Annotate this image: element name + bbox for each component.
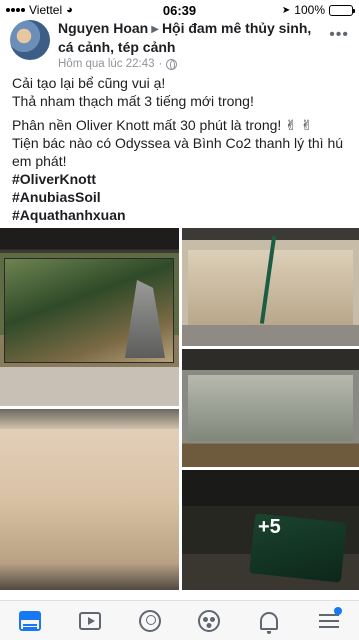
tab-news-feed[interactable] bbox=[15, 606, 45, 636]
tab-profile[interactable] bbox=[135, 606, 165, 636]
hashtag-link[interactable]: #Aquathanhxuan bbox=[12, 206, 347, 224]
photo-soil-bag[interactable]: +5 bbox=[182, 470, 359, 590]
profile-icon bbox=[138, 609, 161, 632]
tab-video[interactable] bbox=[75, 606, 105, 636]
more-photos-count[interactable]: +5 bbox=[258, 516, 281, 539]
menu-badge-dot bbox=[334, 606, 343, 615]
tank-edge bbox=[0, 409, 179, 429]
carrier-label: Viettel bbox=[29, 3, 63, 17]
photo-grid: +5 bbox=[0, 228, 359, 590]
more-options-icon[interactable]: ••• bbox=[329, 26, 349, 44]
dot-separator: · bbox=[158, 58, 163, 70]
tab-menu[interactable] bbox=[314, 606, 344, 636]
post-timestamp[interactable]: Hôm qua lúc 22:43 bbox=[58, 58, 155, 70]
author-line: Nguyen Hoan ▶ Hội đam mê thủy sinh, cá cản… bbox=[58, 20, 318, 56]
share-arrow-icon: ▶ bbox=[151, 24, 159, 35]
battery-percent: 100% bbox=[294, 3, 325, 17]
globe-icon bbox=[166, 58, 178, 70]
groups-icon bbox=[198, 609, 221, 632]
wifi-icon: ◕ bbox=[66, 4, 73, 16]
post-meta: Hôm qua lúc 22:43 · bbox=[58, 58, 318, 70]
hashtag-link[interactable]: #OliverKnott bbox=[12, 170, 347, 188]
post-line: Cải tạo lại bể cũng vui ạ! bbox=[12, 75, 166, 91]
menu-icon bbox=[319, 613, 340, 628]
status-bar: Viettel ◕ 06:39 ➤ 100% bbox=[0, 0, 359, 20]
tab-groups[interactable] bbox=[194, 606, 224, 636]
tab-notifications[interactable] bbox=[254, 606, 284, 636]
bottom-tab-bar bbox=[0, 600, 359, 640]
notifications-icon bbox=[260, 611, 279, 634]
post-header: Nguyen Hoan ▶ Hội đam mê thủy sinh, cá cản… bbox=[0, 20, 359, 70]
status-right: ➤ 100% bbox=[281, 3, 355, 17]
author-name[interactable]: Nguyen Hoan bbox=[58, 20, 148, 36]
post-text: Cải tạo lại bể cũng vui ạ! Thả nham thạc… bbox=[0, 74, 359, 224]
photo-cloudy-tank[interactable] bbox=[182, 228, 359, 346]
photo-tank-closeup[interactable] bbox=[0, 409, 179, 590]
battery-icon bbox=[329, 4, 355, 16]
post-line: Tiện bác nào có Odyssea và Bình Co2 than… bbox=[12, 135, 344, 169]
photo-aquarium-planted[interactable] bbox=[0, 228, 179, 406]
post-header-text: Nguyen Hoan ▶ Hội đam mê thủy sinh, cá cản… bbox=[58, 20, 318, 70]
video-icon bbox=[78, 611, 101, 630]
hashtag-link[interactable]: #AnubiasSoil bbox=[12, 188, 347, 206]
location-icon: ➤ bbox=[281, 4, 291, 16]
clock: 06:39 bbox=[162, 2, 197, 18]
post-line: Phân nền Oliver Knott mất 30 phút là tro… bbox=[12, 117, 313, 133]
news-feed-icon bbox=[18, 610, 41, 631]
status-left: Viettel ◕ bbox=[6, 3, 73, 17]
signal-icon bbox=[6, 8, 25, 12]
clearing-water bbox=[188, 375, 353, 441]
author-avatar[interactable] bbox=[10, 20, 50, 60]
post-line: Thả nham thạch mất 3 tiếng mới trong! bbox=[12, 93, 254, 109]
photo-clearing-tank[interactable] bbox=[182, 349, 359, 467]
